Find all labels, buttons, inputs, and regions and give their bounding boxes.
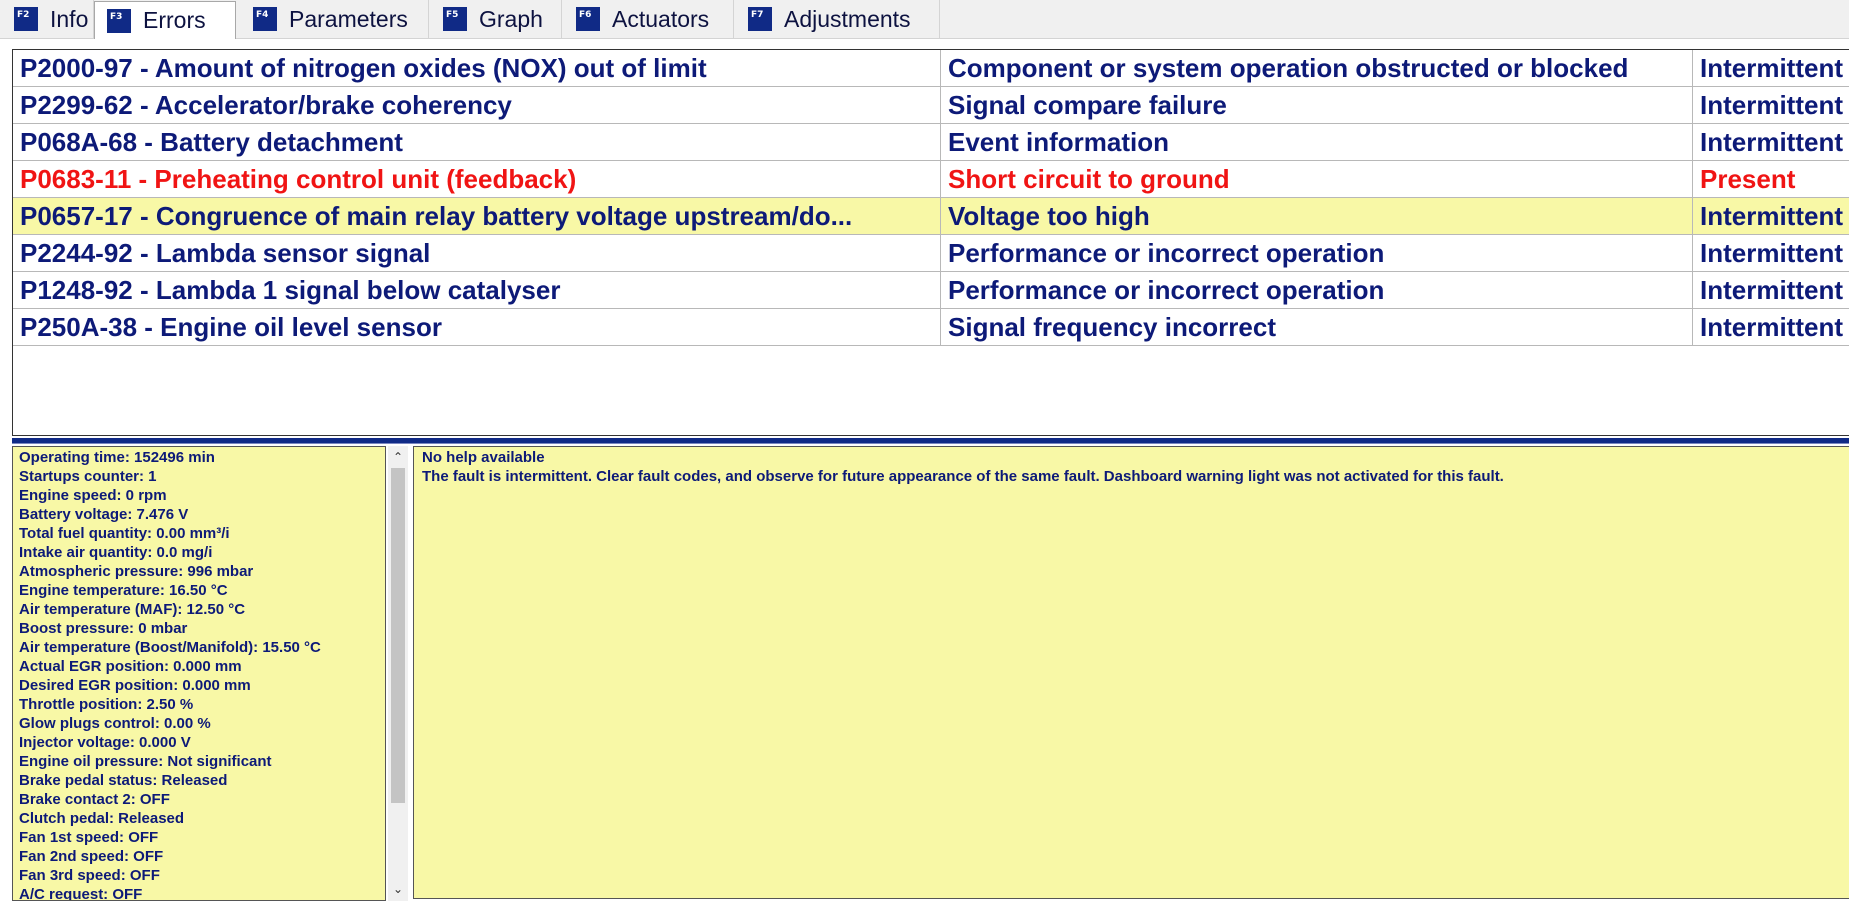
error-code: P2299-62 - Accelerator/brake coherency (13, 87, 941, 123)
error-status: Intermittent (1700, 53, 1843, 83)
diagnostic-app-window: F2 Info F3 Errors F4 Parameters F5 Graph… (0, 0, 1849, 901)
error-row[interactable]: P068A-68 - Battery detachment Event info… (13, 124, 1849, 161)
parameter-line: Startups counter: 1 (19, 468, 157, 485)
error-status: Intermittent (1700, 275, 1843, 305)
parameter-line: A/C request: OFF (19, 886, 143, 901)
error-description: Component or system operation obstructed… (941, 50, 1693, 86)
error-codes-table: P2000-97 - Amount of nitrogen oxides (NO… (12, 49, 1849, 436)
help-text: The fault is intermittent. Clear fault c… (422, 468, 1504, 485)
parameter-line: Total fuel quantity: 0.00 mm³/i (19, 525, 230, 542)
error-code: P0657-17 - Congruence of main relay batt… (13, 198, 941, 234)
error-row[interactable]: P1248-92 - Lambda 1 signal below catalys… (13, 272, 1849, 309)
fault-help-panel: No help available The fault is intermitt… (413, 446, 1849, 899)
tab-label: Adjustments (784, 5, 911, 32)
tab-graph[interactable]: F5 Graph (429, 0, 562, 38)
f5-key-icon: F5 (443, 7, 467, 31)
error-row[interactable]: P2299-62 - Accelerator/brake coherency S… (13, 87, 1849, 124)
panel-splitter[interactable] (12, 438, 1849, 444)
tab-errors[interactable]: F3 Errors (94, 1, 236, 39)
error-code: P2000-97 - Amount of nitrogen oxides (NO… (13, 50, 941, 86)
error-row[interactable]: P2244-92 - Lambda sensor signal Performa… (13, 235, 1849, 272)
error-code: P2244-92 - Lambda sensor signal (13, 235, 941, 271)
error-description: Event information (941, 124, 1693, 160)
parameters-scrollbar[interactable]: ⌃ ⌄ (388, 446, 408, 901)
parameter-line: Battery voltage: 7.476 V (19, 506, 189, 523)
parameter-line: Throttle position: 2.50 % (19, 696, 194, 713)
chevron-up-icon[interactable]: ⌃ (388, 448, 408, 466)
parameter-line: Operating time: 152496 min (19, 449, 215, 466)
error-status: Intermittent (1700, 201, 1843, 231)
tab-info[interactable]: F2 Info (0, 0, 94, 38)
f2-key-icon: F2 (14, 7, 38, 31)
error-status: Present (1700, 164, 1796, 194)
tab-label: Errors (143, 7, 206, 33)
error-code: P250A-38 - Engine oil level sensor (13, 309, 941, 345)
error-description: Signal frequency incorrect (941, 309, 1693, 345)
f6-key-icon: F6 (576, 7, 600, 31)
f7-key-icon: F7 (748, 7, 772, 31)
parameter-line: Fan 1st speed: OFF (19, 829, 159, 846)
error-row-present[interactable]: P0683-11 - Preheating control unit (feed… (13, 161, 1849, 198)
parameter-line: Engine oil pressure: Not significant (19, 753, 272, 770)
parameter-line: Desired EGR position: 0.000 mm (19, 677, 251, 694)
tab-label: Actuators (612, 5, 710, 32)
parameter-line: Clutch pedal: Released (19, 810, 185, 827)
error-status: Intermittent (1700, 312, 1843, 342)
tab-actuators[interactable]: F6 Actuators (562, 0, 734, 38)
error-description: Short circuit to ground (941, 161, 1693, 197)
tab-parameters[interactable]: F4 Parameters (239, 0, 429, 38)
error-status: Intermittent (1700, 238, 1843, 268)
parameter-line: Fan 2nd speed: OFF (19, 848, 164, 865)
freeze-frame-parameters-list[interactable]: Operating time: 152496 min Startups coun… (12, 446, 386, 901)
error-description: Signal compare failure (941, 87, 1693, 123)
parameter-line: Atmospheric pressure: 996 mbar (19, 563, 254, 580)
chevron-down-icon[interactable]: ⌄ (388, 880, 408, 898)
parameter-line: Intake air quantity: 0.0 mg/i (19, 544, 213, 561)
parameter-line: Air temperature (Boost/Manifold): 15.50 … (19, 639, 321, 656)
parameter-line: Injector voltage: 0.000 V (19, 734, 191, 751)
error-code: P068A-68 - Battery detachment (13, 124, 941, 160)
parameter-line: Engine speed: 0 rpm (19, 487, 167, 504)
error-code: P0683-11 - Preheating control unit (feed… (13, 161, 941, 197)
error-status: Intermittent (1700, 90, 1843, 120)
parameter-line: Air temperature (MAF): 12.50 °C (19, 601, 246, 618)
tab-bar: F2 Info F3 Errors F4 Parameters F5 Graph… (0, 0, 1849, 39)
parameter-line: Boost pressure: 0 mbar (19, 620, 188, 637)
error-description: Performance or incorrect operation (941, 272, 1693, 308)
parameter-line: Fan 3rd speed: OFF (19, 867, 160, 884)
scrollbar-thumb[interactable] (391, 468, 405, 803)
tab-adjustments[interactable]: F7 Adjustments (734, 0, 940, 38)
tab-label: Graph (479, 5, 543, 32)
parameter-line: Brake contact 2: OFF (19, 791, 170, 808)
error-row-selected[interactable]: P0657-17 - Congruence of main relay batt… (13, 198, 1849, 235)
f4-key-icon: F4 (253, 7, 277, 31)
parameter-line: Actual EGR position: 0.000 mm (19, 658, 242, 675)
error-status: Intermittent (1700, 127, 1843, 157)
tab-label: Parameters (289, 5, 408, 32)
parameter-line: Engine temperature: 16.50 °C (19, 582, 228, 599)
f3-key-icon: F3 (107, 8, 131, 33)
error-row[interactable]: P2000-97 - Amount of nitrogen oxides (NO… (13, 50, 1849, 87)
parameter-line: Brake pedal status: Released (19, 772, 228, 789)
tab-label: Info (50, 5, 89, 32)
error-row[interactable]: P250A-38 - Engine oil level sensor Signa… (13, 309, 1849, 346)
error-code: P1248-92 - Lambda 1 signal below catalys… (13, 272, 941, 308)
error-description: Voltage too high (941, 198, 1693, 234)
error-description: Performance or incorrect operation (941, 235, 1693, 271)
help-title: No help available (422, 449, 545, 466)
parameter-line: Glow plugs control: 0.00 % (19, 715, 211, 732)
